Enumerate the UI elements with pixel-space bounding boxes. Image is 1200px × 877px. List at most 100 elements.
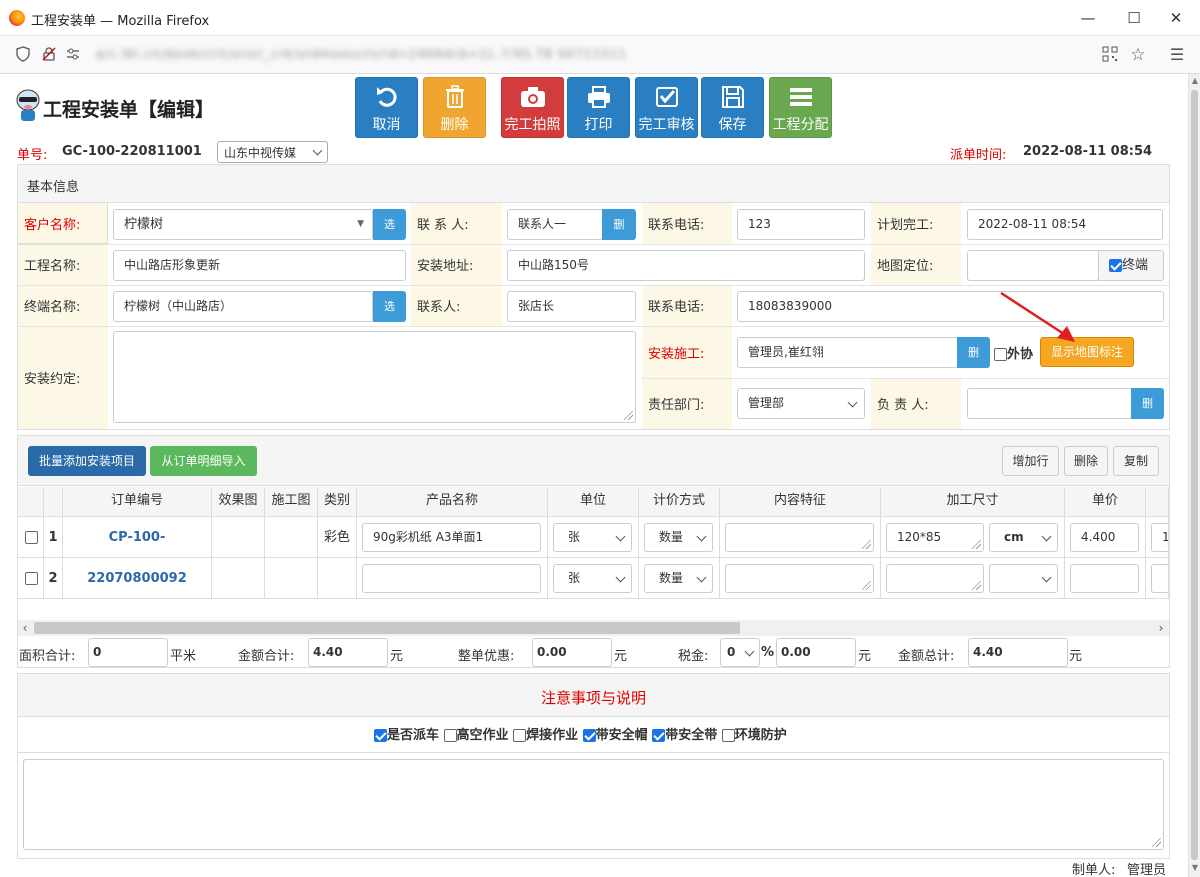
bookmark-star-icon[interactable]: ☆ [1129, 46, 1147, 64]
project-name-input[interactable]: 中山路店形象更新 [113, 250, 406, 281]
phone-input[interactable]: 123 [737, 209, 865, 240]
pricing-select[interactable]: 数量 [644, 523, 713, 552]
completion-review-button[interactable]: 完工审核 [635, 77, 698, 138]
price-input[interactable]: 4.400 [1070, 523, 1139, 552]
resize-grip-icon[interactable] [624, 411, 633, 420]
size-textarea[interactable] [886, 564, 984, 593]
row-checkbox[interactable] [25, 572, 38, 585]
resize-grip-icon[interactable] [862, 581, 871, 590]
agreement-textarea[interactable] [113, 331, 636, 423]
print-button[interactable]: 打印 [567, 77, 630, 138]
customer-pick-button[interactable]: 选 [373, 209, 406, 240]
close-icon[interactable]: ✕ [1166, 8, 1186, 28]
col-category-header[interactable]: 类别 [318, 487, 357, 517]
option-safety-helmet[interactable]: 带安全帽 [582, 728, 648, 743]
row-checkbox[interactable] [25, 531, 38, 544]
amount-total-input[interactable]: 4.40 [308, 638, 388, 667]
feature-textarea[interactable] [725, 564, 874, 593]
install-crew-delete-button[interactable]: 删 [957, 337, 990, 368]
contact2-input[interactable]: 张店长 [507, 291, 636, 322]
construction-cell[interactable] [265, 517, 318, 558]
company-select[interactable]: 山东中视传媒 [217, 141, 328, 163]
grand-total-input[interactable]: 4.40 [968, 638, 1068, 667]
project-assign-button[interactable]: 工程分配 [769, 77, 832, 138]
save-button[interactable]: 保存 [701, 77, 764, 138]
col-pricing-header[interactable]: 计价方式 [639, 487, 720, 517]
completion-photo-button[interactable]: 完工拍照 [501, 77, 564, 138]
col-order-no-header[interactable]: 订单编号 [63, 487, 212, 517]
contact-delete-button[interactable]: 删 [602, 209, 636, 240]
install-address-input[interactable]: 中山路150号 [507, 250, 865, 281]
size-textarea[interactable]: 120*85 [886, 523, 984, 552]
tax-input[interactable]: 0.00 [776, 638, 856, 667]
shield-icon[interactable] [14, 46, 32, 64]
terminal-pick-button[interactable]: 选 [373, 291, 406, 322]
delete-button[interactable]: 删除 [423, 77, 486, 138]
col-feature-header[interactable]: 内容特征 [720, 487, 881, 517]
menu-icon[interactable]: ☰ [1168, 46, 1186, 64]
resize-grip-icon[interactable] [862, 540, 871, 549]
vertical-scrollbar[interactable]: ▲ ▼ [1188, 74, 1200, 877]
scroll-up-icon[interactable]: ▲ [1189, 76, 1200, 88]
size-unit-select[interactable]: cm [989, 523, 1058, 552]
discount-input[interactable]: 0.00 [532, 638, 612, 667]
option-high-altitude[interactable]: 高空作业 [443, 728, 509, 743]
resize-grip-icon[interactable] [972, 540, 981, 549]
minimize-icon[interactable]: — [1078, 8, 1098, 28]
tax-rate-select[interactable]: 0 [720, 638, 760, 667]
scroll-left-icon[interactable]: ‹ [18, 620, 32, 636]
install-crew-input[interactable]: 管理员,崔红翎 [737, 337, 958, 368]
scroll-right-icon[interactable]: › [1154, 620, 1168, 636]
col-unit-header[interactable]: 单位 [548, 487, 639, 517]
col-size-header[interactable]: 加工尺寸 [881, 487, 1065, 517]
unit-select[interactable]: 张 [553, 564, 632, 593]
dept-select[interactable]: 管理部 [737, 388, 865, 419]
owner-delete-button[interactable]: 删 [1131, 388, 1164, 419]
maximize-icon[interactable]: ☐ [1124, 8, 1144, 28]
terminal-checkbox[interactable]: 终端 [1098, 250, 1164, 281]
feature-textarea[interactable] [725, 523, 874, 552]
extra-input[interactable] [1151, 564, 1168, 593]
resize-grip-icon[interactable] [1152, 838, 1161, 847]
col-construction-header[interactable]: 施工图 [265, 487, 318, 517]
effect-cell[interactable] [212, 558, 265, 599]
qr-code-icon[interactable] [1101, 46, 1119, 64]
plan-complete-input[interactable]: 2022-08-11 08:54 [967, 209, 1163, 240]
order-no-link[interactable]: CP-100-22070800092 [63, 517, 212, 586]
vertical-scroll-thumb[interactable] [1191, 90, 1198, 860]
add-row-button[interactable]: 增加行 [1002, 446, 1059, 476]
owner-input[interactable] [967, 388, 1132, 419]
lock-insecure-icon[interactable] [40, 46, 58, 64]
contact-input[interactable]: 联系人一 [507, 209, 603, 240]
col-effect-header[interactable]: 效果图 [212, 487, 265, 517]
cancel-button[interactable]: 取消 [355, 77, 418, 138]
option-env-protection[interactable]: 环境防护 [721, 728, 787, 743]
delete-row-button[interactable]: 删除 [1064, 446, 1108, 476]
copy-row-button[interactable]: 复制 [1113, 446, 1159, 476]
option-welding[interactable]: 焊接作业 [513, 728, 578, 743]
horizontal-scroll-thumb[interactable] [34, 622, 740, 634]
customer-select[interactable]: 柠檬树 ▼ [113, 209, 373, 240]
col-price-header[interactable]: 单价 [1065, 487, 1146, 517]
construction-cell[interactable] [265, 558, 318, 599]
notes-textarea[interactable] [23, 759, 1164, 850]
terminal-name-input[interactable]: 柠檬树（中山路店） [113, 291, 373, 322]
option-dispatch-vehicle[interactable]: 是否派车 [374, 728, 439, 743]
extra-input[interactable]: 1 [1151, 523, 1168, 552]
permissions-icon[interactable] [64, 46, 82, 64]
url-text[interactable]: a/c.lbl.cn/dovb/crit/orsir_crk/ordmoouct… [96, 47, 627, 61]
product-input[interactable] [362, 564, 541, 593]
unit-select[interactable]: 张 [553, 523, 632, 552]
batch-add-button[interactable]: 批量添加安装项目 [28, 446, 146, 476]
resize-grip-icon[interactable] [972, 581, 981, 590]
scroll-down-icon[interactable]: ▼ [1189, 863, 1200, 875]
price-input[interactable] [1070, 564, 1139, 593]
effect-cell[interactable] [212, 517, 265, 558]
order-no-cell[interactable] [63, 558, 212, 599]
size-unit-select[interactable] [989, 564, 1058, 593]
area-total-input[interactable]: 0 [88, 638, 168, 667]
option-safety-belt[interactable]: 带安全带 [652, 728, 717, 743]
import-from-order-button[interactable]: 从订单明细导入 [150, 446, 257, 476]
map-location-input[interactable] [967, 250, 1099, 281]
product-input[interactable]: 90g彩机纸 A3单面1 [362, 523, 541, 552]
